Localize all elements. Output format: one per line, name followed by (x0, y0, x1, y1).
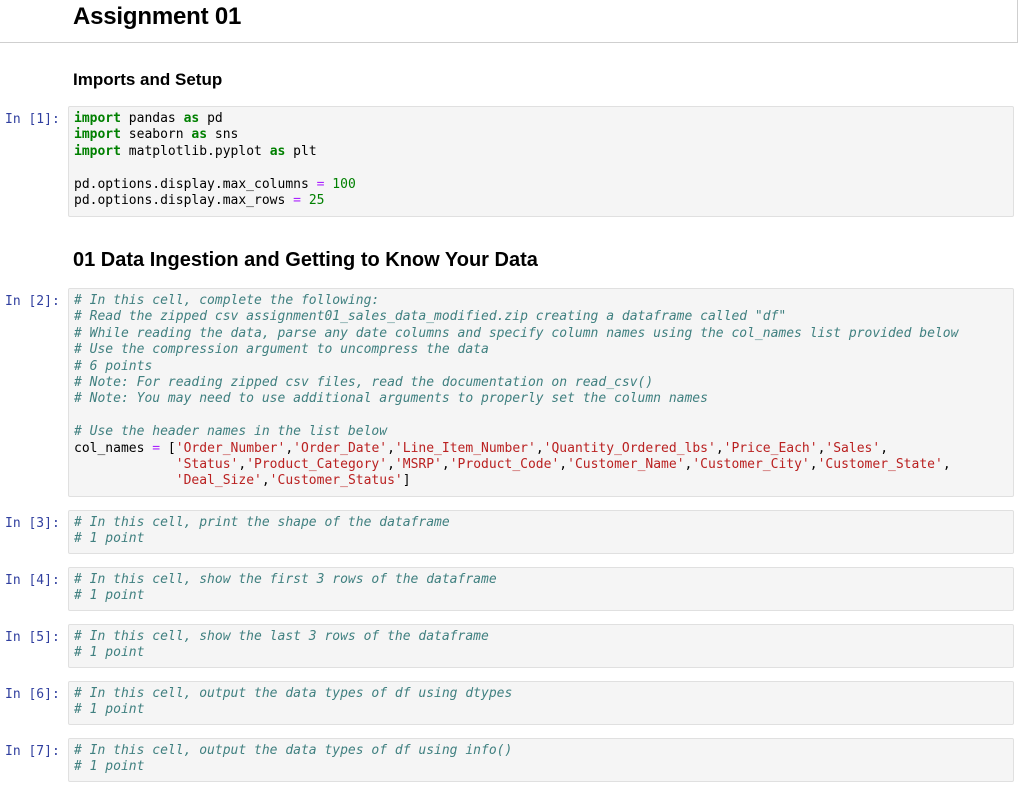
section-heading-imports: Imports and Setup (73, 70, 223, 89)
code-comment: # 1 point (74, 531, 145, 547)
cell-code: # In this cell, output the data types of… (74, 743, 512, 776)
code-cell[interactable]: # In this cell, show the first 3 rows of… (68, 567, 1014, 611)
title-cell[interactable]: Assignment 01 (0, 0, 1018, 43)
code-comment: # Use the header names in the list below (74, 424, 388, 440)
code-comment: # In this cell, print the shape of the d… (74, 515, 450, 530)
cell-prompt: In [1]: (5, 112, 60, 127)
code-comment: # In this cell, output the data types of… (74, 743, 513, 758)
code-line: pd.options.display.max_rows = 25 (74, 193, 325, 209)
code-cell[interactable]: import pandas as pd import seaborn as sn… (68, 106, 1014, 217)
code-comment: # 1 point (74, 588, 145, 604)
code-comment: # In this cell, output the data types of… (74, 686, 513, 701)
cell-prompt: In [4]: (5, 573, 60, 588)
code-line: 'Status','Product_Category','MSRP','Prod… (175, 457, 951, 473)
cell-code: # In this cell, output the data types of… (74, 686, 512, 719)
code-line: pd.options.display.max_columns = 100 (74, 176, 356, 192)
cell-code: # In this cell, show the last 3 rows of … (74, 629, 489, 662)
code-comment: # In this cell, complete the following: (74, 293, 380, 308)
code-cell[interactable]: # In this cell, show the last 3 rows of … (68, 624, 1014, 668)
section-heading-ingestion: 01 Data Ingestion and Getting to Know Yo… (73, 249, 538, 271)
code-line: 'Deal_Size','Customer_Status'] (175, 473, 411, 489)
cell-code: import pandas as pd import seaborn as sn… (74, 111, 356, 209)
cell-code: # In this cell, print the shape of the d… (74, 515, 450, 548)
cell-prompt: In [5]: (5, 630, 60, 645)
code-comment: # Note: You may need to use additional a… (74, 391, 708, 407)
code-comment: # In this cell, show the last 3 rows of … (74, 629, 489, 644)
cell-prompt: In [2]: (5, 294, 60, 309)
code-comment: # Read the zipped csv assignment01_sales… (74, 309, 787, 325)
code-cell[interactable]: # In this cell, complete the following: … (68, 288, 1014, 497)
code-line: import pandas as pd (74, 111, 223, 126)
code-comment: # 1 point (74, 702, 145, 718)
code-comment: # While reading the data, parse any date… (74, 325, 959, 341)
code-cell[interactable]: # In this cell, print the shape of the d… (68, 510, 1014, 554)
cell-prompt: In [7]: (5, 744, 60, 759)
code-comment: # 6 points (74, 358, 153, 374)
code-comment: # Use the compression argument to uncomp… (74, 342, 489, 358)
cell-prompt: In [3]: (5, 516, 60, 531)
code-line: col_names = ['Order_Number','Order_Date'… (74, 440, 889, 456)
code-line: import matplotlib.pyplot as plt (74, 143, 317, 159)
code-comment: # 1 point (74, 645, 145, 661)
code-comment: # Note: For reading zipped csv files, re… (74, 375, 654, 391)
code-cell[interactable]: # In this cell, output the data types of… (68, 738, 1014, 782)
notebook-title: Assignment 01 (73, 3, 242, 30)
cell-code: # In this cell, complete the following: … (74, 293, 958, 490)
cell-code: # In this cell, show the first 3 rows of… (74, 572, 497, 605)
code-cell[interactable]: # In this cell, output the data types of… (68, 681, 1014, 725)
cell-prompt: In [6]: (5, 687, 60, 702)
code-line: import seaborn as sns (74, 127, 239, 143)
code-comment: # 1 point (74, 759, 145, 775)
code-comment: # In this cell, show the first 3 rows of… (74, 572, 497, 587)
